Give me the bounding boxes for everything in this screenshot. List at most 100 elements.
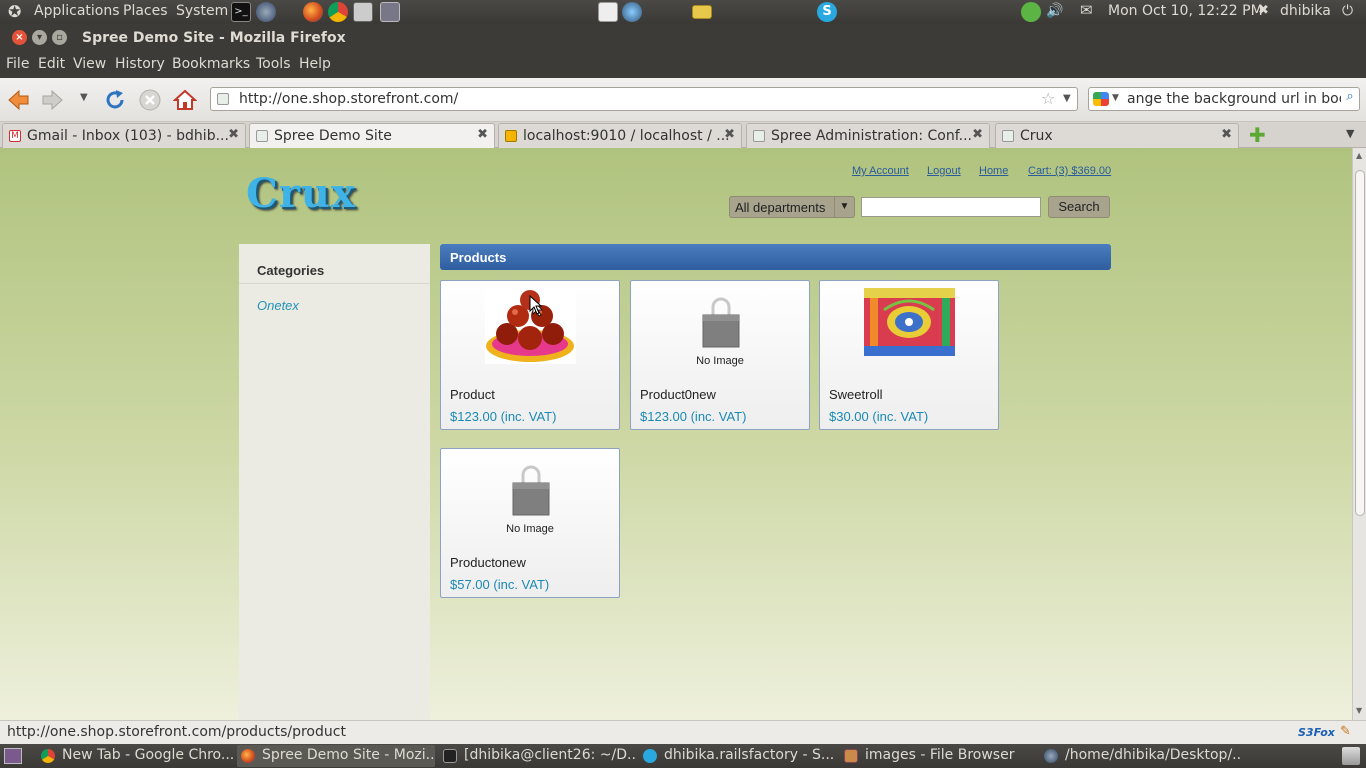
ubuntu-logo-icon[interactable]: ✪ [8, 2, 21, 21]
my-account-link[interactable]: My Account [852, 165, 909, 177]
reload-icon[interactable] [103, 88, 127, 112]
search-bar-text[interactable]: ange the background url in body [1127, 91, 1356, 107]
product-name[interactable]: Productonew [450, 555, 526, 570]
menu-history[interactable]: History [115, 56, 165, 72]
taskbar-label: [dhibika@client26: ~/D... [464, 747, 635, 763]
new-tab-plus-icon[interactable]: ✚ [1249, 123, 1266, 147]
update-shield-icon[interactable] [1021, 2, 1041, 22]
category-link-onetex[interactable]: Onetex [257, 298, 299, 313]
close-tab-icon[interactable]: ✖ [228, 127, 239, 142]
home-icon[interactable] [173, 88, 197, 112]
system-menu[interactable]: System [176, 3, 228, 19]
mail-icon[interactable]: ✉ [1080, 1, 1093, 19]
product-name[interactable]: Sweetroll [829, 387, 882, 402]
scroll-up-arrow-icon[interactable]: ▲ [1356, 151, 1362, 160]
search-bar[interactable]: ▼ ange the background url in body ⌕ [1088, 87, 1360, 111]
text-editor-launcher-icon[interactable] [598, 2, 618, 22]
scrollbar-thumb[interactable] [1355, 170, 1365, 516]
calculator-launcher-icon[interactable] [353, 2, 373, 22]
product-name[interactable]: Product [450, 387, 495, 402]
product-name[interactable]: Product0new [640, 387, 716, 402]
s3fox-addon-button[interactable]: S3Fox [1298, 726, 1335, 739]
chrome-launcher-icon[interactable] [328, 2, 348, 22]
product-card[interactable]: No Image Productonew $57.00 (inc. VAT) [440, 448, 620, 598]
web-browser-launcher-icon[interactable] [622, 2, 642, 22]
user-name[interactable]: dhibika [1280, 3, 1331, 19]
clock[interactable]: Mon Oct 10, 12:22 PM [1108, 3, 1263, 19]
show-desktop-icon[interactable] [4, 748, 22, 764]
volume-icon[interactable]: 🔊 [1046, 3, 1063, 19]
search-button[interactable]: Search [1048, 196, 1110, 218]
product-image[interactable] [864, 288, 955, 356]
site-identity-icon[interactable] [217, 93, 229, 105]
close-tab-icon[interactable]: ✖ [972, 127, 983, 142]
tab-label: Gmail - Inbox (103) - bdhib... [27, 128, 229, 144]
magnifier-icon[interactable]: ⌕ [1341, 89, 1359, 109]
menu-file[interactable]: File [6, 56, 29, 72]
window-titlebar: × ▾ ▫ Spree Demo Site - Mozilla Firefox [0, 24, 1366, 52]
menu-view[interactable]: View [73, 56, 106, 72]
network-globe-launcher-icon[interactable] [256, 2, 276, 22]
image-folder-icon [844, 749, 858, 763]
close-tab-icon[interactable]: ✖ [724, 127, 735, 142]
history-dropdown-icon[interactable]: ▼ [80, 92, 88, 103]
skype-icon [643, 749, 657, 763]
shopping-bag-icon[interactable] [701, 297, 741, 349]
url-dropdown-icon[interactable]: ▼ [1063, 93, 1071, 104]
folder-launcher-icon[interactable] [692, 5, 712, 19]
home-link[interactable]: Home [979, 165, 1008, 177]
close-tab-icon[interactable]: ✖ [477, 127, 488, 142]
shopping-bag-icon[interactable] [511, 465, 551, 517]
menu-tools[interactable]: Tools [256, 56, 291, 72]
maximize-window-icon[interactable]: ▫ [52, 30, 67, 45]
menu-help[interactable]: Help [299, 56, 331, 72]
taskbar-item-skype[interactable]: dhibika.railsfactory - S... [639, 745, 835, 767]
engine-dropdown-icon[interactable]: ▼ [1112, 93, 1119, 103]
places-menu[interactable]: Places [123, 3, 168, 19]
taskbar-item-desktop-folder[interactable]: /home/dhibika/Desktop/... [1040, 745, 1240, 767]
skype-launcher-icon[interactable]: S [817, 2, 837, 22]
scroll-down-arrow-icon[interactable]: ▼ [1356, 706, 1362, 715]
tab-crux[interactable]: Crux ✖ [995, 123, 1239, 148]
search-input[interactable] [861, 197, 1041, 217]
bookmark-star-icon[interactable]: ☆ [1041, 89, 1055, 108]
back-arrow-icon[interactable] [6, 88, 30, 112]
menu-bookmarks[interactable]: Bookmarks [172, 56, 250, 72]
close-tab-icon[interactable]: ✖ [1221, 127, 1232, 142]
gnome-top-panel: ✪ Applications Places System >_ S 🔊 ✉ Mo… [0, 0, 1366, 24]
tab-list-dropdown-icon[interactable]: ▼ [1346, 127, 1354, 140]
product-card[interactable]: No Image Product0new $123.00 (inc. VAT) [630, 280, 810, 430]
site-logo[interactable]: Crux [246, 170, 356, 217]
taskbar-item-chrome[interactable]: New Tab - Google Chro... [37, 745, 233, 767]
tab-spree-administration[interactable]: Spree Administration: Conf... ✖ [746, 123, 990, 148]
url-bar[interactable]: http://one.shop.storefront.com/ ☆ ▼ [210, 87, 1078, 111]
terminal-launcher-icon[interactable]: >_ [231, 2, 251, 22]
logout-link[interactable]: Logout [927, 165, 961, 177]
department-select[interactable]: All departments ▼ [729, 196, 855, 218]
applications-menu[interactable]: Applications [34, 3, 120, 19]
product-card[interactable]: Sweetroll $30.00 (inc. VAT) [819, 280, 999, 430]
menu-edit[interactable]: Edit [38, 56, 65, 72]
taskbar-item-firefox[interactable]: Spree Demo Site - Mozi... [237, 745, 435, 767]
forward-arrow-icon[interactable] [41, 88, 65, 112]
tab-gmail[interactable]: M Gmail - Inbox (103) - bdhib... ✖ [2, 123, 246, 148]
google-engine-icon[interactable] [1093, 92, 1109, 106]
web-content: Crux My Account Logout Home Cart: (3) $3… [0, 148, 1352, 720]
remote-desktop-launcher-icon[interactable] [380, 2, 400, 22]
url-text[interactable]: http://one.shop.storefront.com/ [239, 91, 458, 107]
user-switch-icon[interactable]: ✖ [1258, 3, 1269, 18]
taskbar-item-terminal[interactable]: [dhibika@client26: ~/D... [439, 745, 635, 767]
firefox-launcher-icon[interactable] [303, 2, 323, 22]
cart-link[interactable]: Cart: (3) $369.00 [1028, 165, 1111, 177]
trash-icon[interactable] [1342, 747, 1360, 765]
vertical-scrollbar[interactable]: ▲ ▼ [1352, 148, 1366, 720]
taskbar-item-file-browser[interactable]: images - File Browser [840, 745, 1036, 767]
power-icon[interactable]: ⏻ [1342, 3, 1353, 19]
close-window-icon[interactable]: × [12, 30, 27, 45]
addon-tool-icon[interactable]: ✎ [1340, 724, 1351, 739]
tab-spree-demo-site[interactable]: Spree Demo Site ✖ [249, 123, 495, 148]
stop-icon[interactable] [138, 88, 162, 112]
tab-phpmyadmin[interactable]: localhost:9010 / localhost / ... ✖ [498, 123, 742, 148]
minimize-window-icon[interactable]: ▾ [32, 30, 47, 45]
no-image-label: No Image [696, 355, 744, 367]
